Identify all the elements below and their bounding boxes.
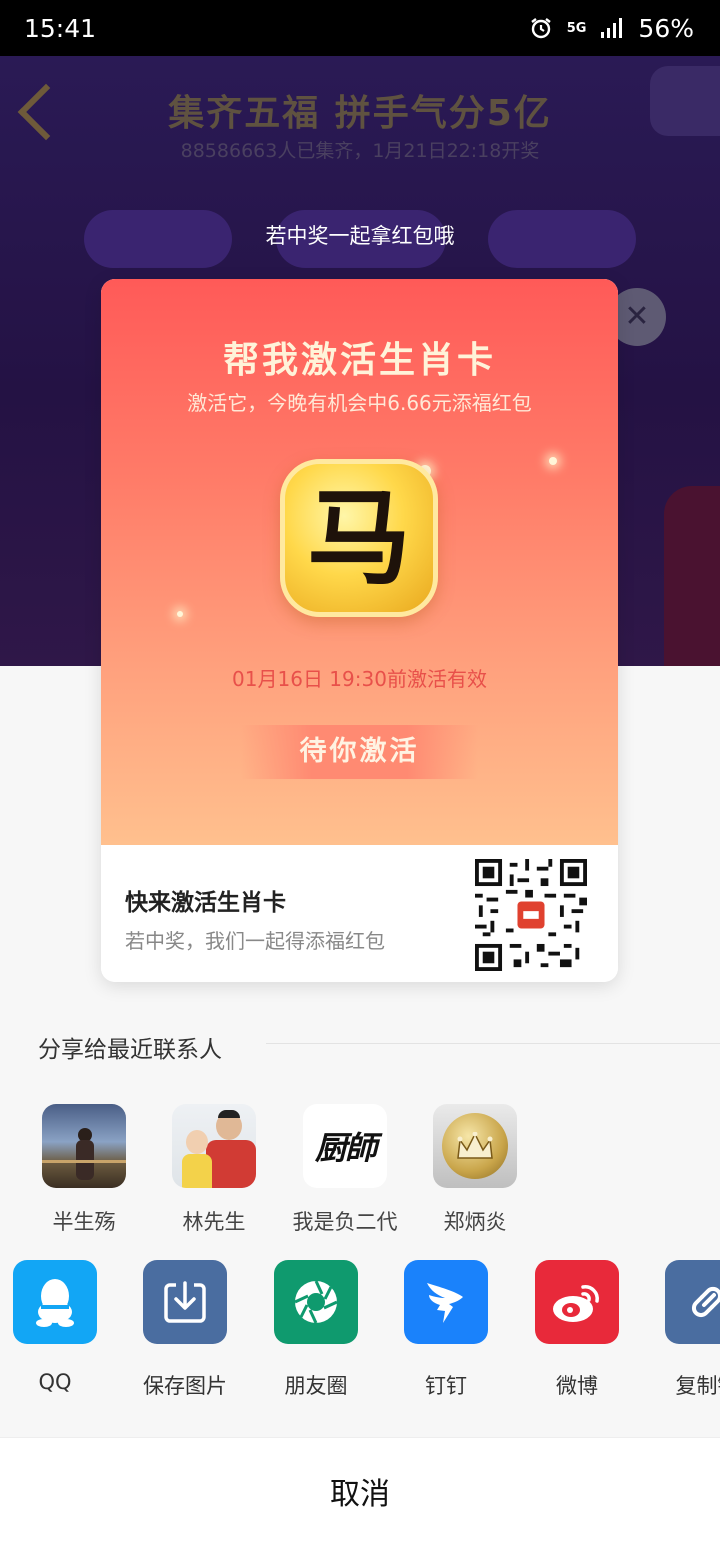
contact-name: 郑炳炎 bbox=[443, 1210, 507, 1234]
background-decoration bbox=[664, 486, 720, 666]
copy-link-icon bbox=[665, 1260, 720, 1344]
copy-link-button[interactable]: 复制链 bbox=[642, 1260, 720, 1400]
share-target-label: 朋友圈 bbox=[284, 1374, 348, 1398]
section-divider bbox=[266, 1043, 720, 1044]
share-dingtalk-button[interactable]: 钉钉 bbox=[381, 1260, 511, 1400]
crown-logo-avatar bbox=[433, 1104, 517, 1188]
card-subtitle: 激活它，今晚有机会中6.66元添福红包 bbox=[187, 391, 532, 415]
battery-level: 56% bbox=[638, 13, 694, 43]
share-moments-button[interactable]: 朋友圈 bbox=[251, 1260, 381, 1400]
weibo-icon bbox=[535, 1260, 619, 1344]
zodiac-character: 马 bbox=[306, 476, 411, 599]
qr-code bbox=[475, 859, 587, 971]
card-expiry: 01月16日 19:30前激活有效 bbox=[232, 667, 487, 691]
dingtalk-icon bbox=[404, 1260, 488, 1344]
sparkle-icon bbox=[549, 457, 557, 465]
calligraphy-logo-text: 厨師 bbox=[314, 1129, 377, 1167]
contact-item[interactable]: 厨師 我是负二代 bbox=[280, 1104, 410, 1236]
sparkle-icon bbox=[177, 611, 183, 617]
share-target-label: 复制链 bbox=[675, 1374, 720, 1398]
card-title: 帮我激活生肖卡 bbox=[222, 339, 496, 381]
status-time: 15:41 bbox=[24, 13, 97, 43]
share-target-label: 保存图片 bbox=[143, 1374, 227, 1398]
calligraphy-avatar: 厨師 bbox=[303, 1104, 387, 1188]
contact-item[interactable]: 林先生 bbox=[149, 1104, 279, 1236]
background-subtitle: 88586663人已集齐，1月21日22:18开奖 bbox=[180, 140, 540, 162]
activate-banner: 待你激活 bbox=[241, 725, 478, 779]
family-photo-avatar bbox=[172, 1104, 256, 1188]
recent-contacts-title: 分享给最近联系人 bbox=[38, 1037, 222, 1063]
contact-item[interactable]: 郑炳炎 bbox=[410, 1104, 540, 1236]
card-footer-title: 快来激活生肖卡 bbox=[125, 890, 286, 916]
background-title: 集齐五福 拼手气分5亿 bbox=[168, 93, 552, 134]
crown-icon bbox=[457, 1132, 493, 1159]
share-weibo-button[interactable]: 微博 bbox=[512, 1260, 642, 1400]
moments-icon bbox=[274, 1260, 358, 1344]
save-image-button[interactable]: 保存图片 bbox=[120, 1260, 250, 1400]
save-image-icon bbox=[143, 1260, 227, 1344]
contact-item[interactable]: 半生殇 bbox=[19, 1104, 149, 1236]
cancel-label: 取消 bbox=[330, 1477, 390, 1512]
alarm-icon bbox=[530, 18, 551, 39]
overlay-hint: 若中奖一起拿红包哦 bbox=[265, 224, 455, 248]
card-footer-subtitle: 若中奖，我们一起得添福红包 bbox=[125, 929, 385, 953]
share-target-label: QQ bbox=[38, 1370, 72, 1394]
card-footer: 快来激活生肖卡 若中奖，我们一起得添福红包 bbox=[101, 845, 618, 982]
share-card: 帮我激活生肖卡 激活它，今晚有机会中6.66元添福红包 马 01月16日 19:… bbox=[101, 279, 618, 982]
contact-name: 林先生 bbox=[182, 1210, 246, 1234]
network-5g-icon: 5G bbox=[566, 20, 587, 36]
landscape-person-avatar bbox=[42, 1104, 126, 1188]
share-target-label: 微博 bbox=[556, 1374, 598, 1398]
status-icons: 5G 56% bbox=[529, 14, 694, 43]
background-corner-button bbox=[650, 66, 720, 136]
contact-name: 我是负二代 bbox=[292, 1210, 398, 1234]
share-target-label: 钉钉 bbox=[425, 1374, 467, 1398]
cancel-button[interactable]: 取消 bbox=[0, 1437, 720, 1544]
signal-icon bbox=[601, 18, 623, 38]
zodiac-card-badge: 马 bbox=[280, 459, 438, 617]
contact-name: 半生殇 bbox=[52, 1210, 116, 1234]
qq-icon bbox=[13, 1260, 97, 1344]
card-header: 帮我激活生肖卡 激活它，今晚有机会中6.66元添福红包 马 01月16日 19:… bbox=[101, 279, 618, 845]
status-bar: 15:41 5G 56% bbox=[0, 0, 720, 56]
share-qq-button[interactable]: QQ bbox=[0, 1260, 120, 1394]
